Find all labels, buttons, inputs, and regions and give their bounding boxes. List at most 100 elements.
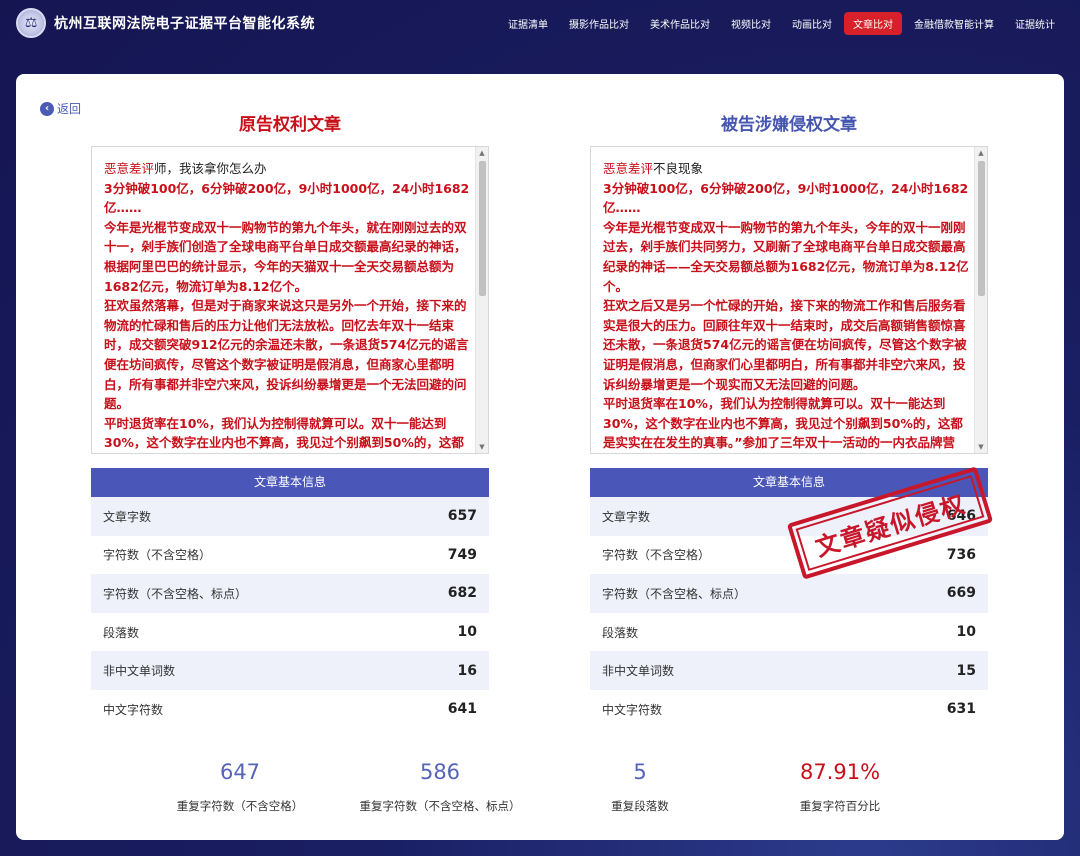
article-paragraph: 平时退货率在10%，我们认为控制得就算可以。双十一能达到30%，这个数字在业内也… — [104, 415, 464, 451]
defendant-title: 被告涉嫌侵权文章 — [721, 115, 857, 135]
arrow-left-icon: ‹ — [40, 101, 54, 116]
stat-dup-chars-no-punct: 586 重复字符数（不含空格、标点） — [330, 760, 550, 814]
row-value: 16 — [457, 662, 477, 679]
nav-photo-compare[interactable]: 摄影作品比对 — [560, 12, 638, 35]
table-row: 字符数（不含空格） 736 — [590, 535, 988, 575]
row-value: 736 — [946, 546, 976, 563]
row-label: 文章字数 — [602, 509, 651, 524]
stat-label: 重复字符百分比 — [799, 799, 881, 813]
table-row: 非中文单词数 15 — [590, 651, 988, 690]
stat-dup-paragraphs: 5 重复段落数 — [530, 760, 750, 814]
article-paragraph: 今年是光棍节变成双十一购物节的第九个年头，就在刚刚过去的双十一，剁手族们创造了全… — [104, 219, 467, 294]
back-label: 返回 — [57, 102, 82, 116]
scroll-up-icon[interactable]: ▲ — [975, 147, 987, 159]
article-paragraph: 3分钟破100亿，6分钟破200亿，9小时1000亿，24小时1682亿…… — [603, 180, 969, 216]
row-label: 字符数（不含空格、标点） — [103, 586, 248, 601]
first-line-text: 师，我该拿你怎么办 — [154, 161, 267, 176]
table-row: 中文字符数 641 — [91, 689, 489, 729]
vertical-scrollbar[interactable]: ▲ ▼ — [974, 147, 987, 453]
scroll-up-icon[interactable]: ▲ — [476, 147, 488, 159]
row-label: 段落数 — [103, 625, 140, 640]
article-paragraph: 平时退货率在10%，我们认为控制得就算可以。双十一能达到30%，这个数字在业内也… — [603, 396, 963, 451]
scroll-down-icon[interactable]: ▼ — [975, 441, 987, 453]
plaintiff-title: 原告权利文章 — [239, 115, 341, 135]
row-value: 749 — [447, 546, 477, 563]
info-table-header: 文章基本信息 — [590, 468, 988, 497]
stat-label: 重复字符数（不含空格、标点） — [359, 799, 521, 813]
article-paragraph: 狂欢虽然落幕，但是对于商家来说这只是另外一个开始，接下来的物流的忙碌和售后的压力… — [104, 298, 469, 412]
comparison-card: ‹ 返回 原告权利文章 恶意差评师，我该拿你怎么办 3分钟破100亿，6分钟破2… — [16, 74, 1064, 840]
row-label: 中文字符数 — [602, 702, 663, 717]
info-table-header: 文章基本信息 — [91, 468, 489, 497]
defendant-article-text[interactable]: 恶意差评不良现象 3分钟破100亿，6分钟破200亿，9小时1000亿，24小时… — [590, 146, 988, 454]
nav-art-compare[interactable]: 美术作品比对 — [641, 12, 719, 35]
stat-label: 重复段落数 — [611, 799, 669, 813]
row-value: 10 — [457, 624, 477, 641]
stat-value: 87.91% — [799, 760, 881, 784]
row-label: 文章字数 — [103, 509, 152, 524]
defendant-article-content: 恶意差评不良现象 3分钟破100亿，6分钟破200亿，9小时1000亿，24小时… — [603, 159, 971, 453]
row-label: 字符数（不含空格） — [103, 548, 212, 563]
plaintiff-column: 原告权利文章 恶意差评师，我该拿你怎么办 3分钟破100亿，6分钟破200亿，9… — [91, 110, 489, 729]
nav-evidence-stats[interactable]: 证据统计 — [1006, 12, 1064, 35]
table-row: 文章字数 657 — [91, 497, 489, 536]
article-paragraph: 今年是光棍节变成双十一购物节的第九个年头，今年的双十一刚刚过去，剁手族们共同努力… — [603, 219, 969, 294]
stat-label: 重复字符数（不含空格） — [176, 799, 304, 813]
row-value: 669 — [946, 585, 976, 602]
row-label: 中文字符数 — [103, 702, 164, 717]
top-navigation-bar: ⚖ 杭州互联网法院电子证据平台智能化系统 证据清单 摄影作品比对 美术作品比对 … — [0, 0, 1080, 46]
highlight-span: 恶意差评 — [104, 161, 155, 176]
highlight-span: 恶意差评 — [603, 161, 654, 176]
scroll-thumb[interactable] — [479, 161, 486, 296]
row-label: 字符数（不含空格、标点） — [602, 586, 747, 601]
row-label: 非中文单词数 — [602, 664, 675, 679]
stat-value: 586 — [419, 760, 461, 784]
table-row: 字符数（不含空格、标点） 669 — [590, 574, 988, 613]
row-label: 段落数 — [602, 625, 639, 640]
row-value: 15 — [956, 662, 976, 679]
row-value: 10 — [956, 624, 976, 641]
nav-evidence-list[interactable]: 证据清单 — [499, 12, 557, 35]
row-value: 641 — [447, 701, 477, 718]
nav-loan-calculator[interactable]: 金融借款智能计算 — [905, 12, 1003, 35]
nav-article-compare[interactable]: 文章比对 — [844, 12, 902, 35]
table-row: 字符数（不含空格、标点） 682 — [91, 574, 489, 613]
vertical-scrollbar[interactable]: ▲ ▼ — [475, 147, 488, 453]
row-value: 631 — [946, 701, 976, 718]
nav-animation-compare[interactable]: 动画比对 — [783, 12, 841, 35]
table-row: 字符数（不含空格） 749 — [91, 535, 489, 575]
scroll-down-icon[interactable]: ▼ — [476, 441, 488, 453]
article-first-line: 恶意差评师，我该拿你怎么办 — [104, 159, 472, 179]
plaintiff-article-text[interactable]: 恶意差评师，我该拿你怎么办 3分钟破100亿，6分钟破200亿，9小时1000亿… — [91, 146, 489, 454]
main-nav: 证据清单 摄影作品比对 美术作品比对 视频比对 动画比对 文章比对 金融借款智能… — [496, 12, 1064, 35]
brand[interactable]: ⚖ 杭州互联网法院电子证据平台智能化系统 — [16, 8, 315, 38]
row-label: 字符数（不含空格） — [602, 548, 711, 563]
article-paragraph: 狂欢之后又是另一个忙碌的开始，接下来的物流工作和售后服务看实是很大的压力。回顾往… — [603, 298, 967, 392]
article-paragraph: 3分钟破100亿，6分钟破200亿，9小时1000亿，24小时1682亿…… — [104, 180, 470, 216]
row-value: 646 — [946, 508, 976, 525]
first-line-text: 不良现象 — [653, 161, 704, 176]
stat-dup-percentage: 87.91% 重复字符百分比 — [730, 760, 950, 814]
nav-video-compare[interactable]: 视频比对 — [722, 12, 780, 35]
duplicate-stats: 647 重复字符数（不含空格） 586 重复字符数（不含空格、标点） 5 重复段… — [16, 760, 1064, 820]
plaintiff-article-content: 恶意差评师，我该拿你怎么办 3分钟破100亿，6分钟破200亿，9小时1000亿… — [104, 159, 472, 453]
back-button[interactable]: ‹ 返回 — [40, 100, 81, 117]
table-row: 中文字符数 631 — [590, 689, 988, 729]
court-emblem-icon: ⚖ — [16, 8, 46, 38]
table-row: 非中文单词数 16 — [91, 651, 489, 690]
table-row: 段落数 10 — [91, 612, 489, 652]
stat-dup-chars: 647 重复字符数（不含空格） — [130, 760, 350, 814]
site-title: 杭州互联网法院电子证据平台智能化系统 — [54, 16, 315, 32]
article-first-line: 恶意差评不良现象 — [603, 159, 971, 179]
stat-value: 5 — [633, 760, 647, 784]
stat-value: 647 — [219, 760, 261, 784]
row-label: 非中文单词数 — [103, 664, 176, 679]
row-value: 682 — [447, 585, 477, 602]
row-value: 657 — [447, 508, 477, 525]
table-row: 文章字数 646 — [590, 497, 988, 536]
scroll-thumb[interactable] — [978, 161, 985, 296]
defendant-info-table: 文章字数 646 字符数（不含空格） 736 字符数（不含空格、标点） 669 段落数… — [590, 497, 988, 729]
defendant-column: 被告涉嫌侵权文章 恶意差评不良现象 3分钟破100亿，6分钟破200亿，9小时1… — [590, 110, 988, 729]
plaintiff-info-table: 文章字数 657 字符数（不含空格） 749 字符数（不含空格、标点） 682 段落数… — [91, 497, 489, 729]
table-row: 段落数 10 — [590, 612, 988, 652]
